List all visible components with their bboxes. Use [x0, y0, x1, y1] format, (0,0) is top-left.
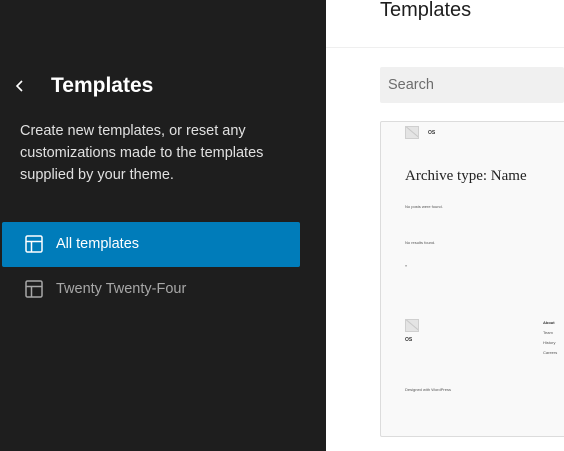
nav-item-all-templates[interactable]: All templates [2, 222, 300, 267]
page-title: Templates [380, 0, 472, 21]
back-button[interactable] [8, 74, 32, 98]
main-content: Templates OS Archive type: Name No posts… [326, 0, 564, 451]
preview-empty-text-2: No results found. [405, 240, 436, 245]
layout-icon [25, 280, 43, 298]
nav-item-label: Twenty Twenty-Four [56, 281, 187, 297]
preview-footer-menu: About Team History Careers [543, 320, 557, 360]
footer-logo-placeholder [405, 319, 419, 332]
footer-menu-item: About [543, 320, 555, 325]
preview-credit: Designed with WordPress [405, 387, 451, 392]
footer-menu-item: Team [543, 330, 553, 335]
preview-footer-site-name: OS [405, 337, 413, 343]
sidebar-description: Create new templates, or reset any custo… [20, 123, 264, 183]
nav-item-twenty-twenty-four[interactable]: Twenty Twenty-Four [2, 267, 300, 312]
preview-pagination: « [405, 263, 408, 268]
preview-archive-title: Archive type: Name [405, 168, 527, 184]
sidebar-title: Templates [51, 74, 154, 97]
footer-menu-item: Careers [543, 350, 558, 355]
main-header: Templates [326, 0, 564, 48]
sidebar: Templates Create new templates, or reset… [0, 0, 326, 451]
site-logo-placeholder [405, 126, 419, 139]
sidebar-header: Templates [0, 70, 326, 102]
preview-site-name: OS [428, 130, 436, 136]
nav-item-label: All templates [56, 236, 140, 252]
footer-menu-item: History [543, 340, 556, 345]
template-preview-card[interactable]: OS Archive type: Name No posts were foun… [380, 121, 564, 437]
preview-empty-text: No posts were found. [405, 204, 443, 209]
chevron-left-icon [15, 80, 23, 92]
search-input[interactable] [380, 67, 564, 103]
layout-icon [25, 235, 43, 253]
